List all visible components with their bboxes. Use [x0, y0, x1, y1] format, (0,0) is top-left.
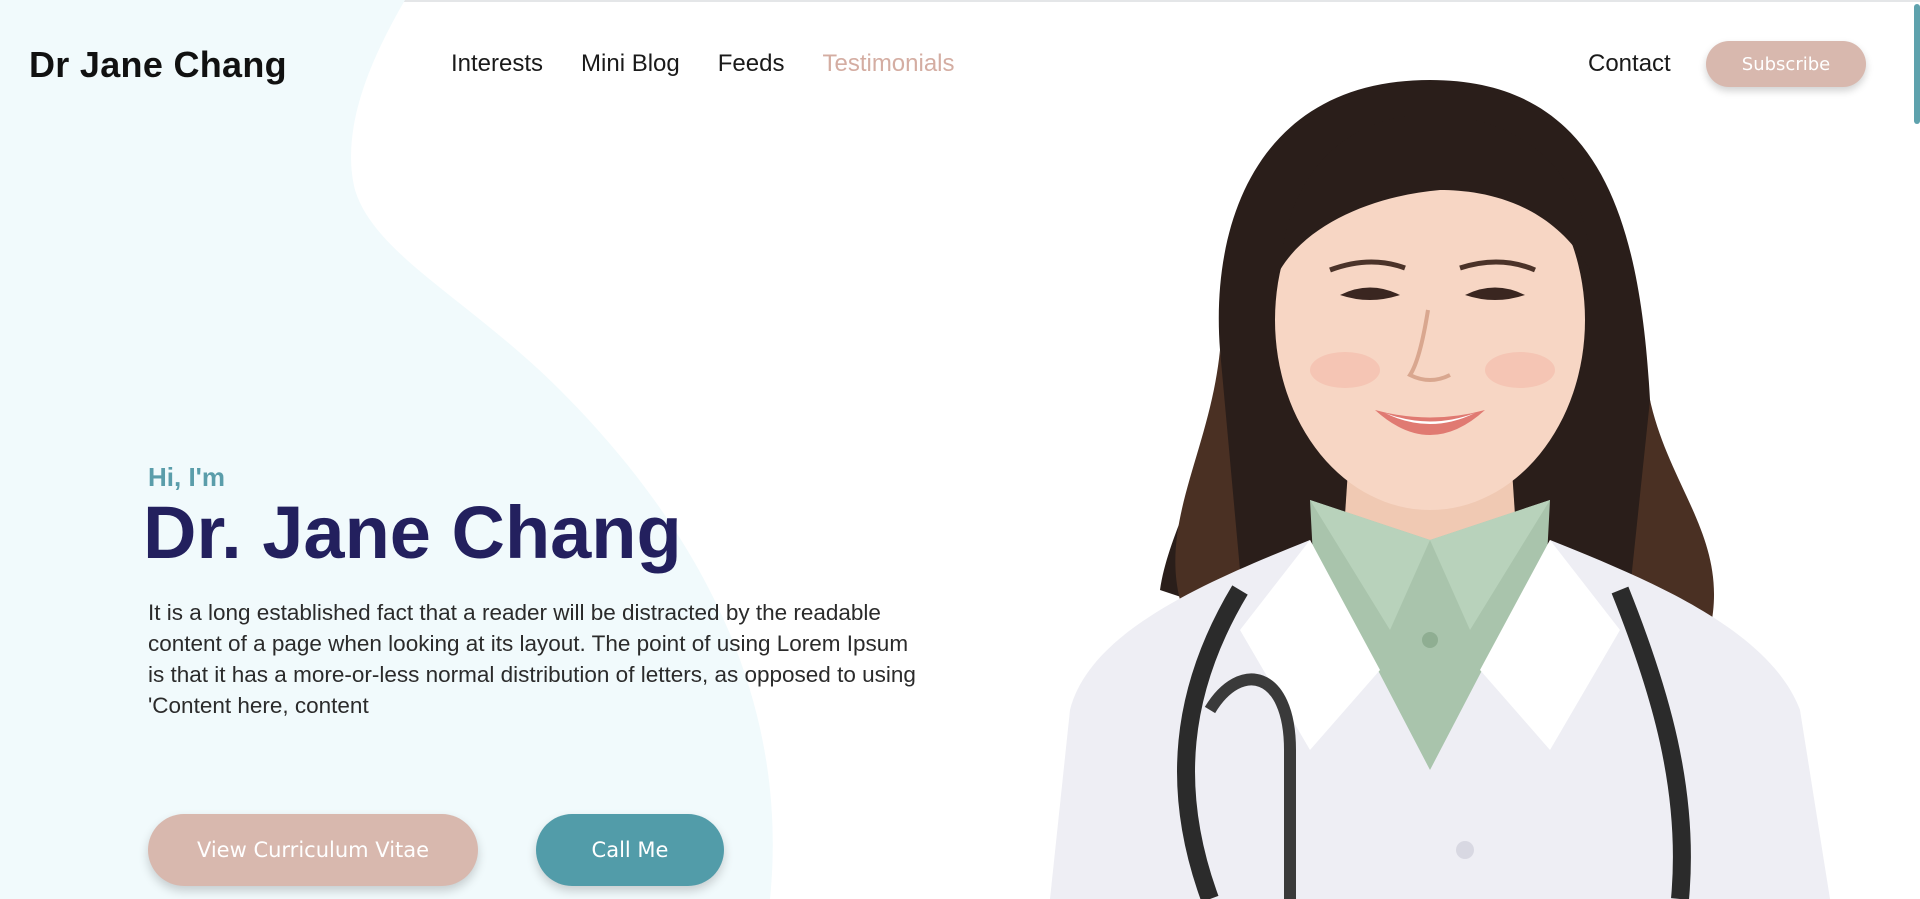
- background-blob: [0, 0, 773, 899]
- doctor-portrait-image: [1050, 80, 1830, 899]
- view-cv-button[interactable]: View Curriculum Vitae: [148, 814, 478, 886]
- hero-name: Dr. Jane Chang: [143, 491, 682, 574]
- nav-item-interests[interactable]: Interests: [451, 50, 543, 78]
- nav-item-testimonials[interactable]: Testimonials: [822, 50, 954, 78]
- hero-greeting: Hi, I'm: [148, 462, 225, 492]
- call-me-button[interactable]: Call Me: [536, 814, 724, 886]
- nav-item-mini-blog[interactable]: Mini Blog: [581, 50, 680, 78]
- main-nav: Interests Mini Blog Feeds Testimonials: [451, 50, 955, 78]
- scrollbar-thumb[interactable]: [1914, 4, 1920, 124]
- nav-item-feeds[interactable]: Feeds: [718, 50, 785, 78]
- site-brand[interactable]: Dr Jane Chang: [29, 44, 287, 86]
- hero-description: It is a long established fact that a rea…: [148, 600, 916, 718]
